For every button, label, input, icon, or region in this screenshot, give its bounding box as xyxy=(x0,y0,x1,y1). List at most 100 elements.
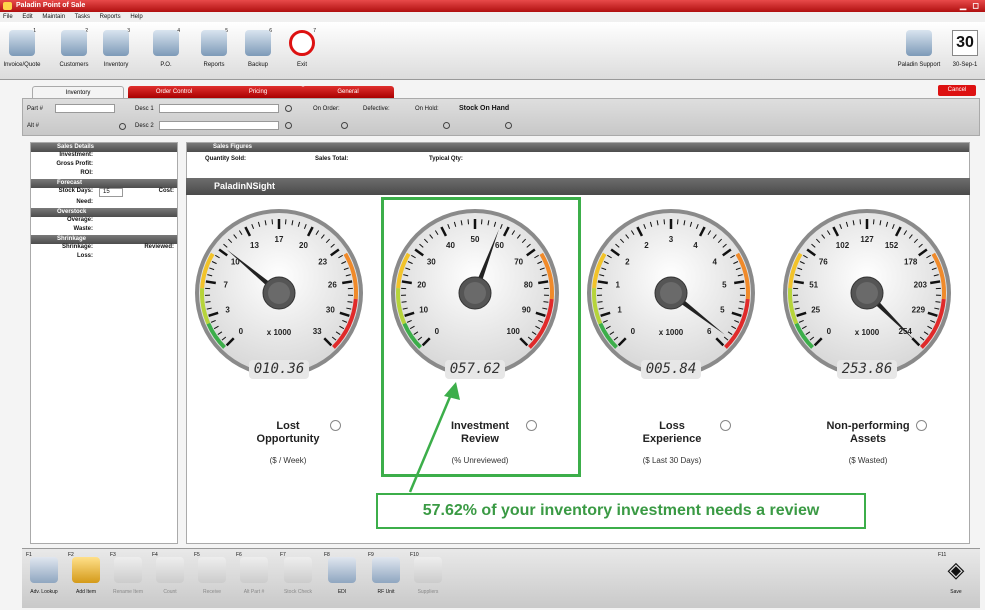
alt-lookup-icon[interactable] xyxy=(119,123,126,130)
title-line: Non-performing xyxy=(826,420,910,432)
cancel-button[interactable]: Cancel xyxy=(938,85,976,96)
gauge-readout: 010.36 xyxy=(249,360,309,379)
section-header-shrinkage[interactable]: Shrinkage xyxy=(31,235,177,244)
gauge-tick xyxy=(739,301,745,303)
gauge-tick-label: 7 xyxy=(223,281,228,290)
toolbar-reports-button[interactable]: 5 Reports xyxy=(194,28,234,76)
purchase-order-icon xyxy=(153,30,179,56)
field-label: Need: xyxy=(76,199,93,205)
gauge-lost-opportunity: 0 3 7 10 13 17 20 23 26 30 33 x 1000 010.36 xyxy=(194,198,364,398)
menu-maintain[interactable]: Maintain xyxy=(42,14,65,20)
menu-reports[interactable]: Reports xyxy=(100,14,121,20)
button-label: Paladin Support xyxy=(897,62,941,68)
field-label: Stock Days: xyxy=(58,188,93,194)
on-order-lookup-icon[interactable] xyxy=(341,122,348,129)
gauge-tick-label: 26 xyxy=(328,281,337,290)
gauge-tick xyxy=(597,280,608,285)
gauge-tick-label: 229 xyxy=(912,306,926,315)
gauge-tick-label: 152 xyxy=(885,241,899,250)
gauge-tick xyxy=(597,301,603,303)
button-label: Rename Item xyxy=(112,589,143,595)
desc2-label: Desc 2 xyxy=(135,123,154,129)
toolbar-exit-button[interactable]: 7 Exit xyxy=(282,28,322,76)
gauge-tick-label: 51 xyxy=(809,281,818,290)
alt-part-button[interactable]: F6 Alt Part # xyxy=(234,552,274,605)
field-label: Overage: xyxy=(66,217,93,223)
function-key: F5 xyxy=(194,552,200,558)
menu-tasks[interactable]: Tasks xyxy=(75,14,90,20)
desc1-input[interactable] xyxy=(159,104,279,113)
toolbar-calendar-button[interactable]: 30 30-Sep-1 xyxy=(946,28,984,76)
toolbar-support-button[interactable]: Paladin Support xyxy=(896,28,942,76)
row-stock-days: Stock Days: 15 Cost: xyxy=(31,188,177,199)
gauge-tick xyxy=(793,301,799,303)
stock-lookup-icon[interactable] xyxy=(505,122,512,129)
row-overage: Overage: xyxy=(31,217,177,226)
gauge-tick-label: 2 xyxy=(644,241,649,250)
edi-button[interactable]: F8 EDI xyxy=(322,552,362,605)
reports-icon xyxy=(201,30,227,56)
stock-check-button[interactable]: F7 Stock Check xyxy=(278,552,318,605)
gauge-multiplier: x 1000 xyxy=(267,328,292,337)
toolbar-customers-button[interactable]: 2 Customers xyxy=(54,28,94,76)
gauge-tick-label: 30 xyxy=(326,306,335,315)
save-button[interactable]: F11 ◈ Save xyxy=(936,552,976,605)
toolbar-inventory-button[interactable]: 3 Inventory xyxy=(96,28,136,76)
gauge-tick-label: 178 xyxy=(904,257,918,266)
nsight-section-header[interactable]: PaladinNSight xyxy=(186,178,970,195)
tab-order-control[interactable]: Order Control xyxy=(128,86,220,98)
gauge-tick-label: 20 xyxy=(299,241,308,250)
function-key: F3 xyxy=(110,552,116,558)
field-label: Shrinkage: xyxy=(61,244,93,250)
adv-lookup-button[interactable]: F1 Adv. Lookup xyxy=(24,552,64,605)
button-label: Inventory xyxy=(103,62,129,68)
gauge-tick-label: 1 xyxy=(617,306,622,315)
add-item-icon xyxy=(72,557,100,583)
add-item-button[interactable]: F2 Add Item xyxy=(66,552,106,605)
stock-on-hand-label: Stock On Hand xyxy=(459,105,510,112)
gauge-tick xyxy=(793,280,804,285)
section-header-overstock[interactable]: Overstock xyxy=(31,208,177,217)
field-label: Investment: xyxy=(59,152,93,158)
desc1-lookup-icon[interactable] xyxy=(285,105,292,112)
rename-item-button[interactable]: F3 Rename Item xyxy=(108,552,148,605)
support-icon xyxy=(906,30,932,56)
section-header-sales-details[interactable]: Sales Details xyxy=(31,143,177,152)
menu-edit[interactable]: Edit xyxy=(22,14,32,20)
section-header-forecast[interactable]: Forecast xyxy=(31,179,177,188)
stock-days-stepper[interactable]: 15 xyxy=(99,188,123,197)
function-key: F9 xyxy=(368,552,374,558)
zoom-lost-opportunity-icon[interactable] xyxy=(330,420,341,431)
gauge-tick-label: 4 xyxy=(693,241,698,250)
button-label: Save xyxy=(950,589,962,595)
section-header-sales-figures[interactable]: Sales Figures xyxy=(187,143,969,152)
gauge-tick xyxy=(205,280,216,285)
desc2-input[interactable] xyxy=(159,121,279,130)
part-number-input[interactable] xyxy=(55,104,115,113)
toolbar-invoice-quote-button[interactable]: 1 Invoice/Quote xyxy=(2,28,42,76)
toolbar-po-button[interactable]: 4 P.O. xyxy=(146,28,186,76)
button-label: Backup xyxy=(247,62,268,68)
gauge-tick xyxy=(734,280,745,285)
zoom-loss-experience-icon[interactable] xyxy=(720,420,731,431)
receive-button[interactable]: F5 Receive xyxy=(192,552,232,605)
menu-help[interactable]: Help xyxy=(130,14,142,20)
title-bar: Paladin Point of Sale ▁ ◻ xyxy=(0,0,985,12)
rename-icon xyxy=(114,557,142,583)
window-controls[interactable]: ▁ ◻ xyxy=(960,1,981,10)
details-panel: Sales Details Investment: Gross Profit: … xyxy=(30,142,178,544)
menu-file[interactable]: File xyxy=(3,14,13,20)
tab-pricing[interactable]: Pricing xyxy=(212,86,304,98)
gauge-tick xyxy=(347,301,353,303)
tab-inventory[interactable]: Inventory xyxy=(32,86,124,98)
rf-unit-button[interactable]: F9 RF Unit xyxy=(366,552,406,605)
suppliers-button[interactable]: F10 Suppliers xyxy=(408,552,448,605)
zoom-non-performing-assets-icon[interactable] xyxy=(916,420,927,431)
toolbar-backup-button[interactable]: 6 Backup xyxy=(238,28,278,76)
cost-label: Cost: xyxy=(158,188,174,194)
on-hold-lookup-icon[interactable] xyxy=(443,122,450,129)
count-button[interactable]: F4 Count xyxy=(150,552,190,605)
desc2-lookup-icon[interactable] xyxy=(285,122,292,129)
field-label: Loss: xyxy=(76,253,93,259)
tab-general[interactable]: General xyxy=(302,86,394,98)
